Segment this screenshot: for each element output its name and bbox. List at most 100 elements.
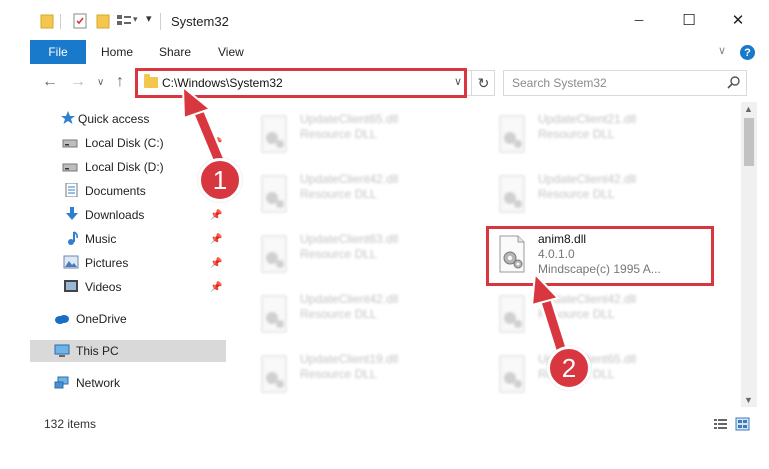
minimize-button[interactable]: ─ (628, 9, 650, 31)
properties-icon[interactable] (72, 12, 88, 30)
sidebar-item-label: Videos (85, 280, 122, 294)
dll-file-icon (499, 295, 525, 333)
this-pc-icon (54, 344, 70, 357)
file-item[interactable]: UpdateClient42.dll Resource DLL (250, 168, 480, 224)
dll-file-icon (261, 175, 287, 213)
customize-toolbar-icon[interactable]: ▾ (146, 12, 152, 25)
scroll-down-icon[interactable]: ▼ (744, 395, 753, 405)
recent-locations-button[interactable]: ∨ (97, 77, 104, 88)
pin-icon[interactable]: 📌 (210, 258, 222, 269)
sidebar-item-local-disk-d[interactable]: Local Disk (D:) (30, 156, 226, 178)
sidebar-item-videos[interactable]: Videos 📌 (30, 276, 226, 298)
tab-view[interactable]: View (218, 45, 244, 59)
drive-icon (62, 139, 78, 148)
sidebar-item-label: This PC (76, 344, 119, 358)
qa-divider (60, 14, 61, 29)
sidebar-item-label: Documents (85, 184, 146, 198)
sidebar-item-this-pc[interactable]: This PC (30, 340, 226, 362)
file-item[interactable]: UpdateClient65.dll Resource DLL (250, 108, 480, 164)
search-input[interactable]: Search System32 (512, 76, 607, 90)
dll-file-icon (261, 115, 287, 153)
file-item[interactable]: UpdateClient42.dll Resource DLL (250, 288, 480, 344)
title-divider (160, 13, 161, 30)
file-name: UpdateClient65.dll (300, 112, 399, 126)
sidebar-item-pictures[interactable]: Pictures 📌 (30, 252, 226, 274)
file-item[interactable]: UpdateClient65.dll Resource DLL (488, 348, 718, 404)
sidebar-item-onedrive[interactable]: OneDrive (30, 308, 226, 330)
drive-icon (62, 163, 78, 172)
file-item[interactable]: UpdateClient21.dll Resource DLL (488, 108, 718, 164)
sidebar-item-music[interactable]: Music 📌 (30, 228, 226, 250)
vertical-scrollbar[interactable]: ▲ ▼ (741, 102, 757, 407)
file-description: Resource DLL (300, 367, 377, 381)
dll-file-icon (261, 355, 287, 393)
sidebar-item-documents[interactable]: Documents 📌 (30, 180, 226, 202)
scroll-thumb[interactable] (744, 118, 754, 166)
file-description: Resource DLL (538, 307, 615, 321)
details-view-icon[interactable] (713, 417, 728, 431)
file-name: UpdateClient42.dll (300, 172, 399, 186)
sidebar-item-label: Local Disk (C:) (85, 136, 164, 150)
large-icons-view-icon[interactable] (735, 417, 750, 431)
view-options-icon[interactable] (116, 12, 132, 30)
search-box[interactable]: Search System32 (503, 70, 747, 96)
up-button[interactable]: ↑ (116, 73, 124, 91)
dll-file-icon (261, 295, 287, 333)
forward-button[interactable]: → (70, 73, 86, 91)
music-icon (68, 231, 78, 245)
file-description: Resource DLL (300, 187, 377, 201)
scroll-up-icon[interactable]: ▲ (744, 104, 753, 114)
help-icon[interactable]: ? (740, 45, 755, 60)
file-description: Resource DLL (300, 247, 377, 261)
sidebar-item-label: Downloads (85, 208, 145, 222)
sidebar-item-label: Music (85, 232, 117, 246)
pin-icon[interactable]: 📌 (210, 210, 222, 221)
step-2-badge: 2 (547, 346, 591, 390)
dll-file-icon (499, 355, 525, 393)
file-highlight-box (486, 226, 714, 286)
sidebar-item-quick-access[interactable]: Quick access (30, 108, 226, 130)
documents-icon (65, 183, 78, 197)
navigation-pane: Quick access Local Disk (C:) 📌 Local Dis… (30, 102, 226, 407)
file-name: UpdateClient21.dll (538, 112, 637, 126)
tab-share[interactable]: Share (159, 45, 191, 59)
file-explorer-window: ▾ ▾ System32 ─ ☐ ✕ File Home Share View … (0, 0, 769, 469)
search-icon[interactable] (727, 75, 741, 89)
file-name: UpdateClient42.dll (538, 172, 637, 186)
sidebar-item-downloads[interactable]: Downloads 📌 (30, 204, 226, 226)
status-bar: 132 items (30, 412, 757, 436)
window-title: System32 (171, 14, 229, 29)
step-1-badge: 1 (198, 158, 242, 202)
pin-icon[interactable]: 📌 (210, 234, 222, 245)
title-bar: ▾ ▾ System32 ─ ☐ ✕ (0, 0, 769, 40)
network-icon (54, 376, 69, 389)
qa-dropdown-icon[interactable]: ▾ (133, 14, 138, 25)
ribbon-tabs: File Home Share View ∨ ? (0, 40, 769, 64)
tab-home[interactable]: Home (101, 45, 133, 59)
sidebar-item-network[interactable]: Network (30, 372, 226, 394)
pin-icon[interactable]: 📌 (210, 282, 222, 293)
file-description: Resource DLL (300, 127, 377, 141)
file-item[interactable]: UpdateClient19.dll Resource DLL (250, 348, 480, 404)
maximize-button[interactable]: ☐ (678, 9, 700, 31)
pictures-icon (63, 255, 79, 269)
expand-ribbon-icon[interactable]: ∨ (718, 44, 726, 57)
sidebar-item-label: Pictures (85, 256, 129, 270)
item-count: 132 items (44, 417, 97, 431)
sidebar-item-label: Local Disk (D:) (85, 160, 164, 174)
back-button[interactable]: ← (42, 73, 58, 91)
tab-file[interactable]: File (30, 40, 86, 64)
pin-icon[interactable]: 📌 (210, 138, 222, 149)
file-name: UpdateClient63.dll (300, 232, 399, 246)
new-folder-icon[interactable] (96, 12, 110, 30)
dll-file-icon (499, 115, 525, 153)
file-item[interactable]: UpdateClient42.dll Resource DLL (488, 288, 718, 344)
file-item[interactable]: UpdateClient42.dll Resource DLL (488, 168, 718, 224)
sidebar-item-local-disk-c[interactable]: Local Disk (C:) 📌 (30, 132, 226, 154)
close-button[interactable]: ✕ (727, 9, 749, 31)
address-highlight-box (135, 68, 467, 98)
downloads-icon (66, 207, 78, 220)
file-item[interactable]: UpdateClient63.dll Resource DLL (250, 228, 480, 284)
folder-icon[interactable] (40, 12, 54, 30)
refresh-button[interactable]: ↻ (471, 71, 495, 95)
